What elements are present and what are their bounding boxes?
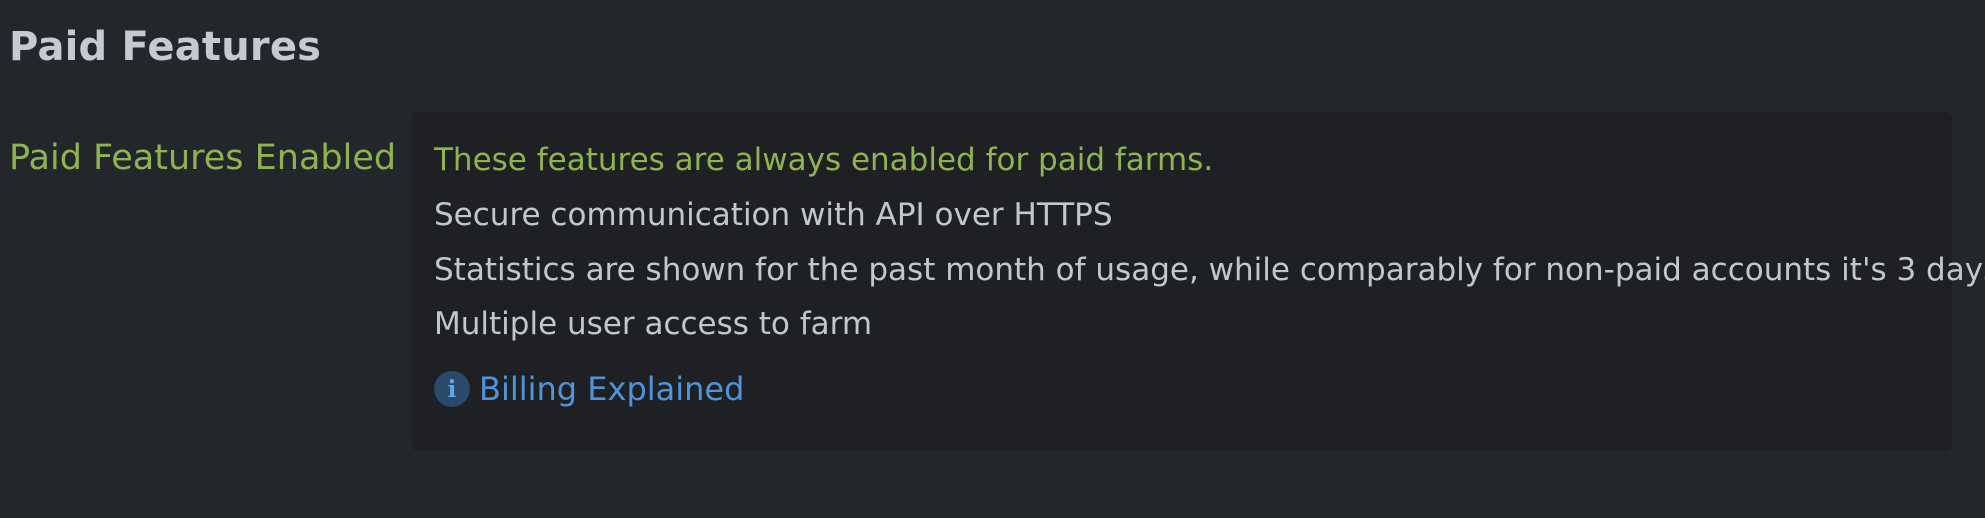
paid-features-enabled-label: Paid Features Enabled: [9, 138, 397, 178]
feature-item: Multiple user access to farm: [434, 306, 873, 342]
paid-features-page: Paid Features Paid Features Enabled Thes…: [0, 0, 1985, 518]
paid-features-notice: These features are always enabled for pa…: [434, 142, 1214, 178]
billing-explained-link[interactable]: i Billing Explained: [434, 370, 744, 408]
info-icon: i: [434, 371, 470, 407]
feature-item: Statistics are shown for the past month …: [434, 252, 1985, 288]
paid-features-panel: These features are always enabled for pa…: [412, 112, 1985, 451]
page-title: Paid Features: [9, 24, 322, 70]
feature-item: Secure communication with API over HTTPS: [434, 197, 1113, 233]
billing-explained-label: Billing Explained: [479, 370, 745, 408]
